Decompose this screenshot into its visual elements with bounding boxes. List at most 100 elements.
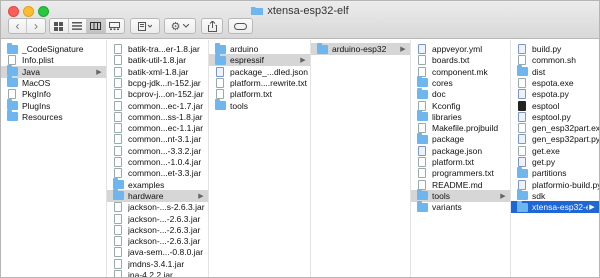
file-row[interactable]: programmers.txt [411,167,510,179]
item-label: common...nt-3.1.jar [128,134,202,145]
file-row[interactable]: common...ec-1.1.jar [107,122,208,134]
file-row[interactable]: PkgInfo [1,88,106,100]
file-row[interactable]: jackson-...-2.6.3.jar [107,224,208,236]
item-label: doc [432,89,446,100]
file-row[interactable]: common.sh [511,54,599,66]
folder-icon [517,166,528,178]
file-row[interactable]: platform....rewrite.txt [209,77,310,89]
file-row[interactable]: espota.py [511,88,599,100]
file-row[interactable]: platformio-build.py [511,179,599,191]
folder-row[interactable]: arduino-esp32 ▶ [311,42,410,55]
file-row[interactable]: gen_esp32part.py [511,133,599,145]
folder-row[interactable]: partitions [511,166,599,179]
window-title: xtensa-esp32-elf [1,5,599,17]
file-row[interactable]: get.py [511,156,599,168]
file-row[interactable]: platform.txt [209,88,310,100]
item-label: gen_esp32part.exe [532,123,599,134]
file-row[interactable]: Makefile.projbuild [411,122,510,134]
file-row[interactable]: jackson-...-2.6.3.jar [107,213,208,225]
tag-icon [234,22,247,30]
back-button[interactable]: ‹ [9,19,28,33]
file-row[interactable]: jackson-...-2.6.3.jar [107,235,208,247]
folder-icon [517,200,528,212]
file-row[interactable]: common...et-3.3.jar [107,167,208,179]
chevron-down-icon [183,24,190,28]
folder-row[interactable]: dist [511,65,599,78]
file-row[interactable]: common...ss-1.8.jar [107,111,208,123]
folder-row[interactable]: tools ▶ [411,189,510,202]
file-row[interactable]: common...ec-1.7.jar [107,100,208,112]
item-label: jackson-...-2.6.3.jar [128,224,201,235]
folder-row[interactable]: Resources [1,110,106,123]
item-label: package_...dled.json [230,66,308,77]
document-icon [114,100,122,111]
file-row[interactable]: README.md [411,179,510,191]
file-row[interactable]: java-sem...-0.8.0.jar [107,246,208,258]
file-row[interactable]: esptool.py [511,111,599,123]
share-button[interactable] [201,18,223,34]
item-label: platform.txt [432,157,475,167]
file-row[interactable]: bcprov-j...on-152.jar [107,88,208,100]
file-row[interactable]: common...nt-3.1.jar [107,133,208,145]
folder-row[interactable]: variants [411,200,510,213]
file-row[interactable]: Info.plist [1,54,106,66]
folder-row[interactable]: examples [107,178,208,191]
list-view-button[interactable] [69,19,87,33]
folder-row[interactable]: hardware ▶ [107,189,208,202]
gallery-view-button[interactable] [106,19,124,33]
file-row[interactable]: common...-1.0.4.jar [107,156,208,168]
file-row[interactable]: jmdns-3.4.1.jar [107,258,208,270]
folder-icon [417,189,428,201]
file-row[interactable]: jna-4.2.2.jar [107,269,208,277]
file-row[interactable]: boards.txt [411,54,510,66]
group-button[interactable] [130,18,160,34]
file-row[interactable]: jackson-...s-2.6.3.jar [107,201,208,213]
folder-row[interactable]: cores [411,76,510,89]
document-icon [518,123,526,134]
document-icon [216,77,224,88]
folder-icon [317,42,328,54]
file-row[interactable]: get.exe [511,145,599,157]
file-row[interactable]: Kconfig [411,100,510,112]
column-arduino-esp32: appveyor.yml boards.txt component.mk cores d… [411,40,511,277]
file-row[interactable]: build.py [511,43,599,55]
file-row[interactable]: batik-util-1.8.jar [107,54,208,66]
folder-row[interactable]: xtensa-esp32-elf▶ [511,200,599,214]
column-view-button[interactable] [87,19,106,33]
folder-row[interactable]: package [411,132,510,145]
file-row[interactable]: batik-tra...er-1.8.jar [107,43,208,55]
icon-view-icon [54,21,64,31]
column-view-icon [90,22,102,30]
folder-row[interactable]: PlugIns [1,99,106,112]
item-label: Resources [22,111,63,122]
tag-button[interactable] [228,18,253,34]
file-row[interactable]: bcpg-jdk...n-152.jar [107,77,208,89]
folder-row[interactable]: espressif ▶ [209,53,310,67]
folder-row[interactable]: libraries [411,110,510,123]
action-menu-button[interactable]: ⚙ [164,18,196,34]
file-row[interactable]: batik-xml-1.8.jar [107,66,208,78]
forward-button[interactable]: › [27,19,45,33]
folder-row[interactable]: _CodeSignature [1,42,106,55]
folder-row[interactable]: doc [411,87,510,100]
file-row[interactable]: appveyor.yml [411,43,510,55]
file-row[interactable]: platform.txt [411,156,510,168]
folder-row[interactable]: arduino [209,42,310,55]
folder-row[interactable]: Java ▶ [1,65,106,78]
file-row[interactable]: package.json [411,145,510,157]
folder-row[interactable]: tools [209,99,310,112]
file-row[interactable]: package_...dled.json [209,66,310,78]
folder-row[interactable]: MacOS [1,76,106,89]
item-label: platformio-build.py [532,179,599,190]
item-label: common...et-3.3.jar [128,168,202,179]
file-row[interactable]: gen_esp32part.exe [511,122,599,134]
file-row[interactable]: component.mk [411,66,510,78]
folder-icon [517,189,528,201]
file-row[interactable]: espota.exe [511,77,599,89]
folder-row[interactable]: sdk [511,189,599,202]
column-java: batik-tra...er-1.8.jar batik-util-1.8.jar… [107,40,209,277]
icon-view-button[interactable] [50,19,69,33]
folder-row[interactable]: esptool [511,100,599,112]
file-row[interactable]: common...-3.3.2.jar [107,145,208,157]
script-file-icon [418,145,426,156]
